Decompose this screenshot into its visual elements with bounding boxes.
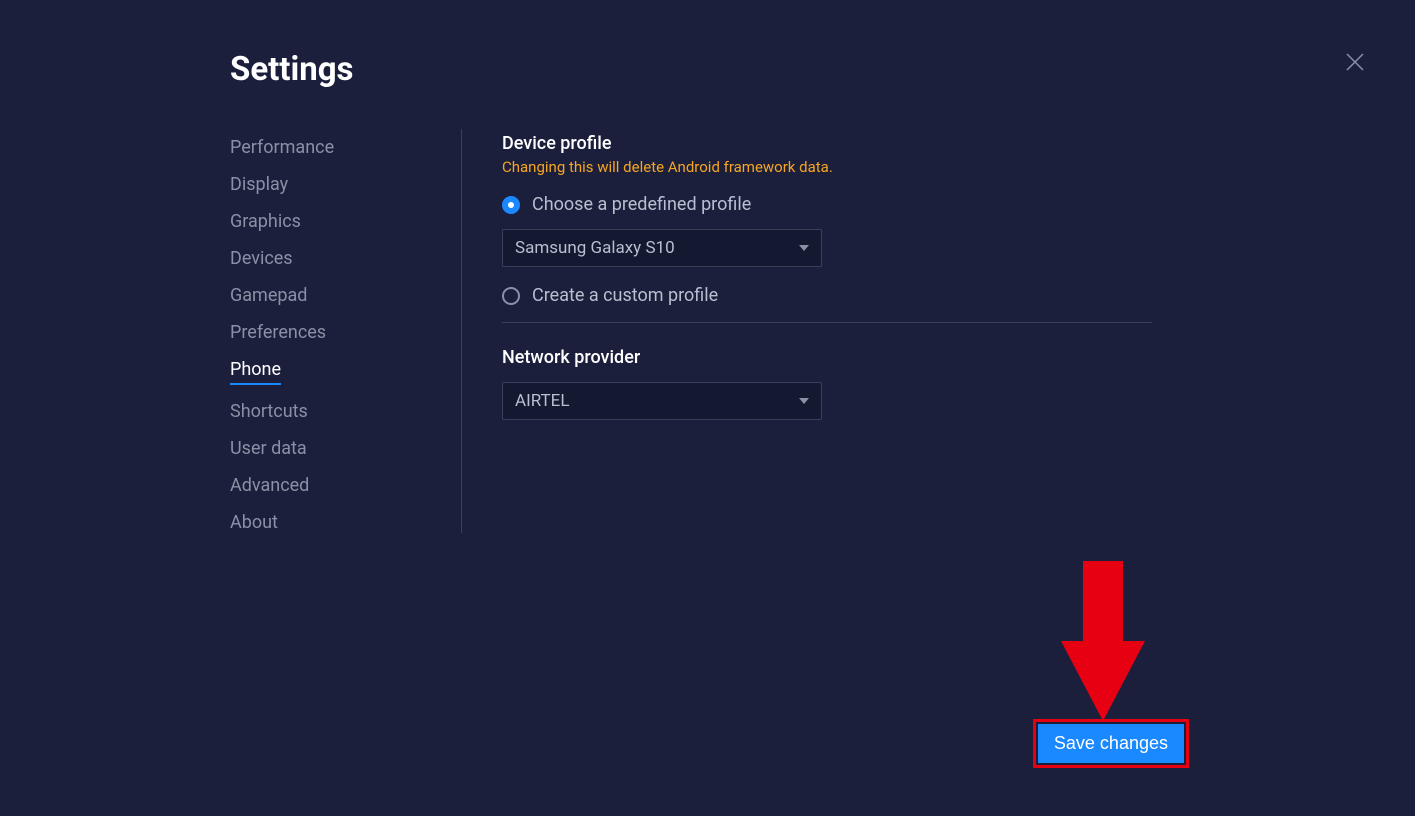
close-icon xyxy=(1343,50,1367,74)
chevron-down-icon xyxy=(799,245,809,251)
annotation-arrow-icon xyxy=(1061,561,1145,721)
sidebar-item-preferences[interactable]: Preferences xyxy=(230,322,326,343)
settings-layout: Performance Display Graphics Devices Gam… xyxy=(230,129,1185,533)
device-profile-title: Device profile xyxy=(502,133,1185,154)
sidebar: Performance Display Graphics Devices Gam… xyxy=(230,129,462,533)
save-button-highlight: Save changes xyxy=(1033,719,1189,768)
sidebar-item-gamepad[interactable]: Gamepad xyxy=(230,285,307,306)
predefined-profile-row[interactable]: Choose a predefined profile xyxy=(502,194,1185,215)
sidebar-item-devices[interactable]: Devices xyxy=(230,248,293,269)
save-changes-button[interactable]: Save changes xyxy=(1038,724,1184,763)
custom-profile-row[interactable]: Create a custom profile xyxy=(502,285,1185,306)
device-profile-warning: Changing this will delete Android framew… xyxy=(502,158,1185,176)
network-provider-title: Network provider xyxy=(502,347,1185,368)
predefined-profile-value: Samsung Galaxy S10 xyxy=(515,238,675,258)
sidebar-item-phone[interactable]: Phone xyxy=(230,359,281,385)
sidebar-item-display[interactable]: Display xyxy=(230,174,288,195)
chevron-down-icon xyxy=(799,398,809,404)
predefined-profile-radio[interactable] xyxy=(502,196,520,214)
sidebar-item-shortcuts[interactable]: Shortcuts xyxy=(230,401,308,422)
predefined-profile-select[interactable]: Samsung Galaxy S10 xyxy=(502,229,822,267)
content-panel: Device profile Changing this will delete… xyxy=(462,129,1185,533)
settings-dialog: Settings Performance Display Graphics De… xyxy=(0,0,1415,816)
custom-profile-label: Create a custom profile xyxy=(532,285,718,306)
sidebar-item-graphics[interactable]: Graphics xyxy=(230,211,301,232)
section-divider xyxy=(502,322,1152,323)
network-provider-value: AIRTEL xyxy=(515,391,570,411)
predefined-profile-label: Choose a predefined profile xyxy=(532,194,751,215)
sidebar-item-advanced[interactable]: Advanced xyxy=(230,475,309,496)
sidebar-item-about[interactable]: About xyxy=(230,512,278,533)
close-button[interactable] xyxy=(1343,50,1367,74)
sidebar-item-performance[interactable]: Performance xyxy=(230,137,334,158)
network-provider-select[interactable]: AIRTEL xyxy=(502,382,822,420)
custom-profile-radio[interactable] xyxy=(502,287,520,305)
sidebar-item-user-data[interactable]: User data xyxy=(230,438,307,459)
page-title: Settings xyxy=(230,50,1185,89)
